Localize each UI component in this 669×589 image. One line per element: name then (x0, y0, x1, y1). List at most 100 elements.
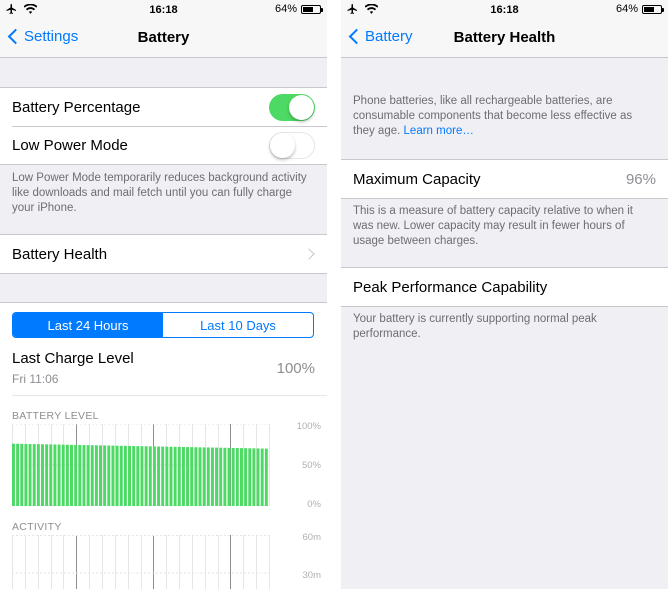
battery-level-bar (148, 446, 152, 506)
status-bar: 16:18 64% (341, 0, 668, 20)
battery-level-bar (119, 445, 123, 506)
battery-level-bar (41, 444, 44, 506)
max-capacity-value: 96% (625, 170, 656, 188)
battery-level-bar (86, 445, 90, 506)
activity-chart (12, 535, 270, 589)
battery-level-bar (231, 447, 235, 506)
battery-level-bar (198, 447, 202, 506)
battery-level-bar (136, 446, 140, 506)
battery-level-bar (70, 444, 73, 506)
last-charge-value: 100% (276, 360, 315, 377)
battery-level-bar (202, 447, 206, 506)
battery-level-bar (157, 446, 161, 506)
axis-label-50: 50% (301, 460, 321, 471)
peak-footer: Your battery is currently supporting nor… (353, 313, 597, 340)
battery-level-bar (239, 448, 243, 506)
battery-level-bar (32, 444, 36, 506)
axis-label-30m: 30m (302, 570, 321, 581)
battery-level-bar (219, 447, 223, 506)
battery-level-bar (260, 448, 264, 506)
battery-level-bar (61, 444, 65, 506)
battery-percentage-toggle[interactable] (269, 94, 315, 121)
low-power-mode-row: Low Power Mode (0, 126, 327, 164)
capacity-footer: This is a measure of battery capacity re… (353, 205, 633, 247)
low-power-mode-label: Low Power Mode (12, 136, 128, 154)
battery-level-bar (264, 448, 268, 506)
battery-percent: 64% (274, 3, 297, 15)
battery-level-bar (115, 445, 119, 506)
page-title: Battery Health (453, 29, 556, 46)
battery-level-bar (215, 447, 219, 506)
battery-level-bar (103, 445, 107, 506)
battery-health-row[interactable]: Battery Health (0, 235, 327, 273)
battery-level-bar (181, 446, 185, 506)
battery-percentage-row: Battery Percentage (0, 88, 327, 126)
battery-health-screen: 16:18 64% Battery Battery Health Phone b… (341, 0, 668, 589)
learn-more-link[interactable]: Learn more… (404, 125, 474, 137)
battery-level-bar (227, 447, 231, 506)
battery-level-bar (235, 448, 239, 506)
divider (12, 395, 327, 396)
battery-level-bar (94, 445, 98, 506)
battery-level-bar (65, 444, 69, 506)
max-capacity-row: Maximum Capacity 96% (341, 160, 668, 198)
tab-last-24-hours[interactable]: Last 24 Hours (13, 313, 163, 337)
battery-level-bar (248, 448, 252, 506)
battery-icon (301, 4, 323, 14)
nav-bar: Settings Battery (0, 20, 327, 58)
status-bar: 16:18 64% (0, 0, 327, 20)
battery-level-chart (12, 424, 270, 506)
battery-level-bar (152, 446, 156, 506)
battery-health-label: Battery Health (12, 245, 108, 263)
max-capacity-label: Maximum Capacity (353, 170, 481, 188)
battery-level-bar (111, 445, 115, 506)
low-power-mode-toggle[interactable] (269, 132, 315, 159)
axis-label-60m: 60m (302, 532, 321, 543)
battery-level-bar (223, 447, 227, 506)
battery-percentage-label: Battery Percentage (12, 98, 141, 116)
peak-performance-label: Peak Performance Capability (353, 278, 548, 296)
battery-level-bar (53, 444, 57, 506)
axis-label-0: 0% (307, 499, 321, 510)
battery-settings-screen: 16:18 64% Settings Battery Battery Perce… (0, 0, 327, 589)
peak-performance-group: Peak Performance Capability (341, 267, 668, 307)
battery-level-bar (123, 445, 127, 506)
battery-level-bar (28, 444, 32, 506)
battery-level-bar (186, 447, 190, 506)
tab-last-10-days[interactable]: Last 10 Days (163, 313, 313, 337)
battery-level-bar (49, 444, 53, 506)
battery-level-bar (24, 443, 28, 506)
battery-level-bar (20, 443, 24, 506)
battery-level-bar (132, 446, 136, 506)
peak-performance-row: Peak Performance Capability (341, 268, 668, 306)
battery-level-bar (78, 444, 82, 506)
max-capacity-group: Maximum Capacity 96% (341, 159, 668, 199)
battery-level-bar (194, 447, 198, 506)
battery-level-bar (107, 445, 111, 506)
battery-level-bar (140, 446, 144, 506)
battery-level-bar (16, 443, 20, 506)
activity-label: ACTIVITY (12, 521, 62, 533)
battery-level-bar (128, 445, 132, 506)
toggle-group: Battery Percentage Low Power Mode (0, 87, 327, 165)
battery-level-bar (99, 445, 102, 506)
battery-level-bar (57, 444, 61, 506)
battery-percent: 64% (615, 3, 638, 15)
battery-level-bar (206, 447, 210, 506)
battery-level-bar (244, 448, 248, 506)
battery-level-bar (74, 444, 78, 506)
low-power-footer: Low Power Mode temporarily reduces backg… (12, 172, 307, 214)
battery-level-bar (177, 446, 181, 506)
battery-level-bar (45, 444, 49, 506)
health-intro: Phone batteries, like all rechargeable b… (353, 94, 656, 139)
last-charge-title: Last Charge Level (12, 350, 134, 367)
battery-level-bar (36, 444, 40, 506)
battery-level-bar (252, 448, 256, 506)
battery-level-bar (161, 446, 165, 506)
battery-level-bar (90, 445, 94, 506)
battery-level-bar (190, 447, 194, 506)
time-range-segmented: Last 24 Hours Last 10 Days (12, 312, 314, 338)
health-intro-text: Phone batteries, like all rechargeable b… (353, 95, 633, 137)
page-title: Battery (137, 29, 190, 46)
battery-icon (642, 4, 664, 14)
